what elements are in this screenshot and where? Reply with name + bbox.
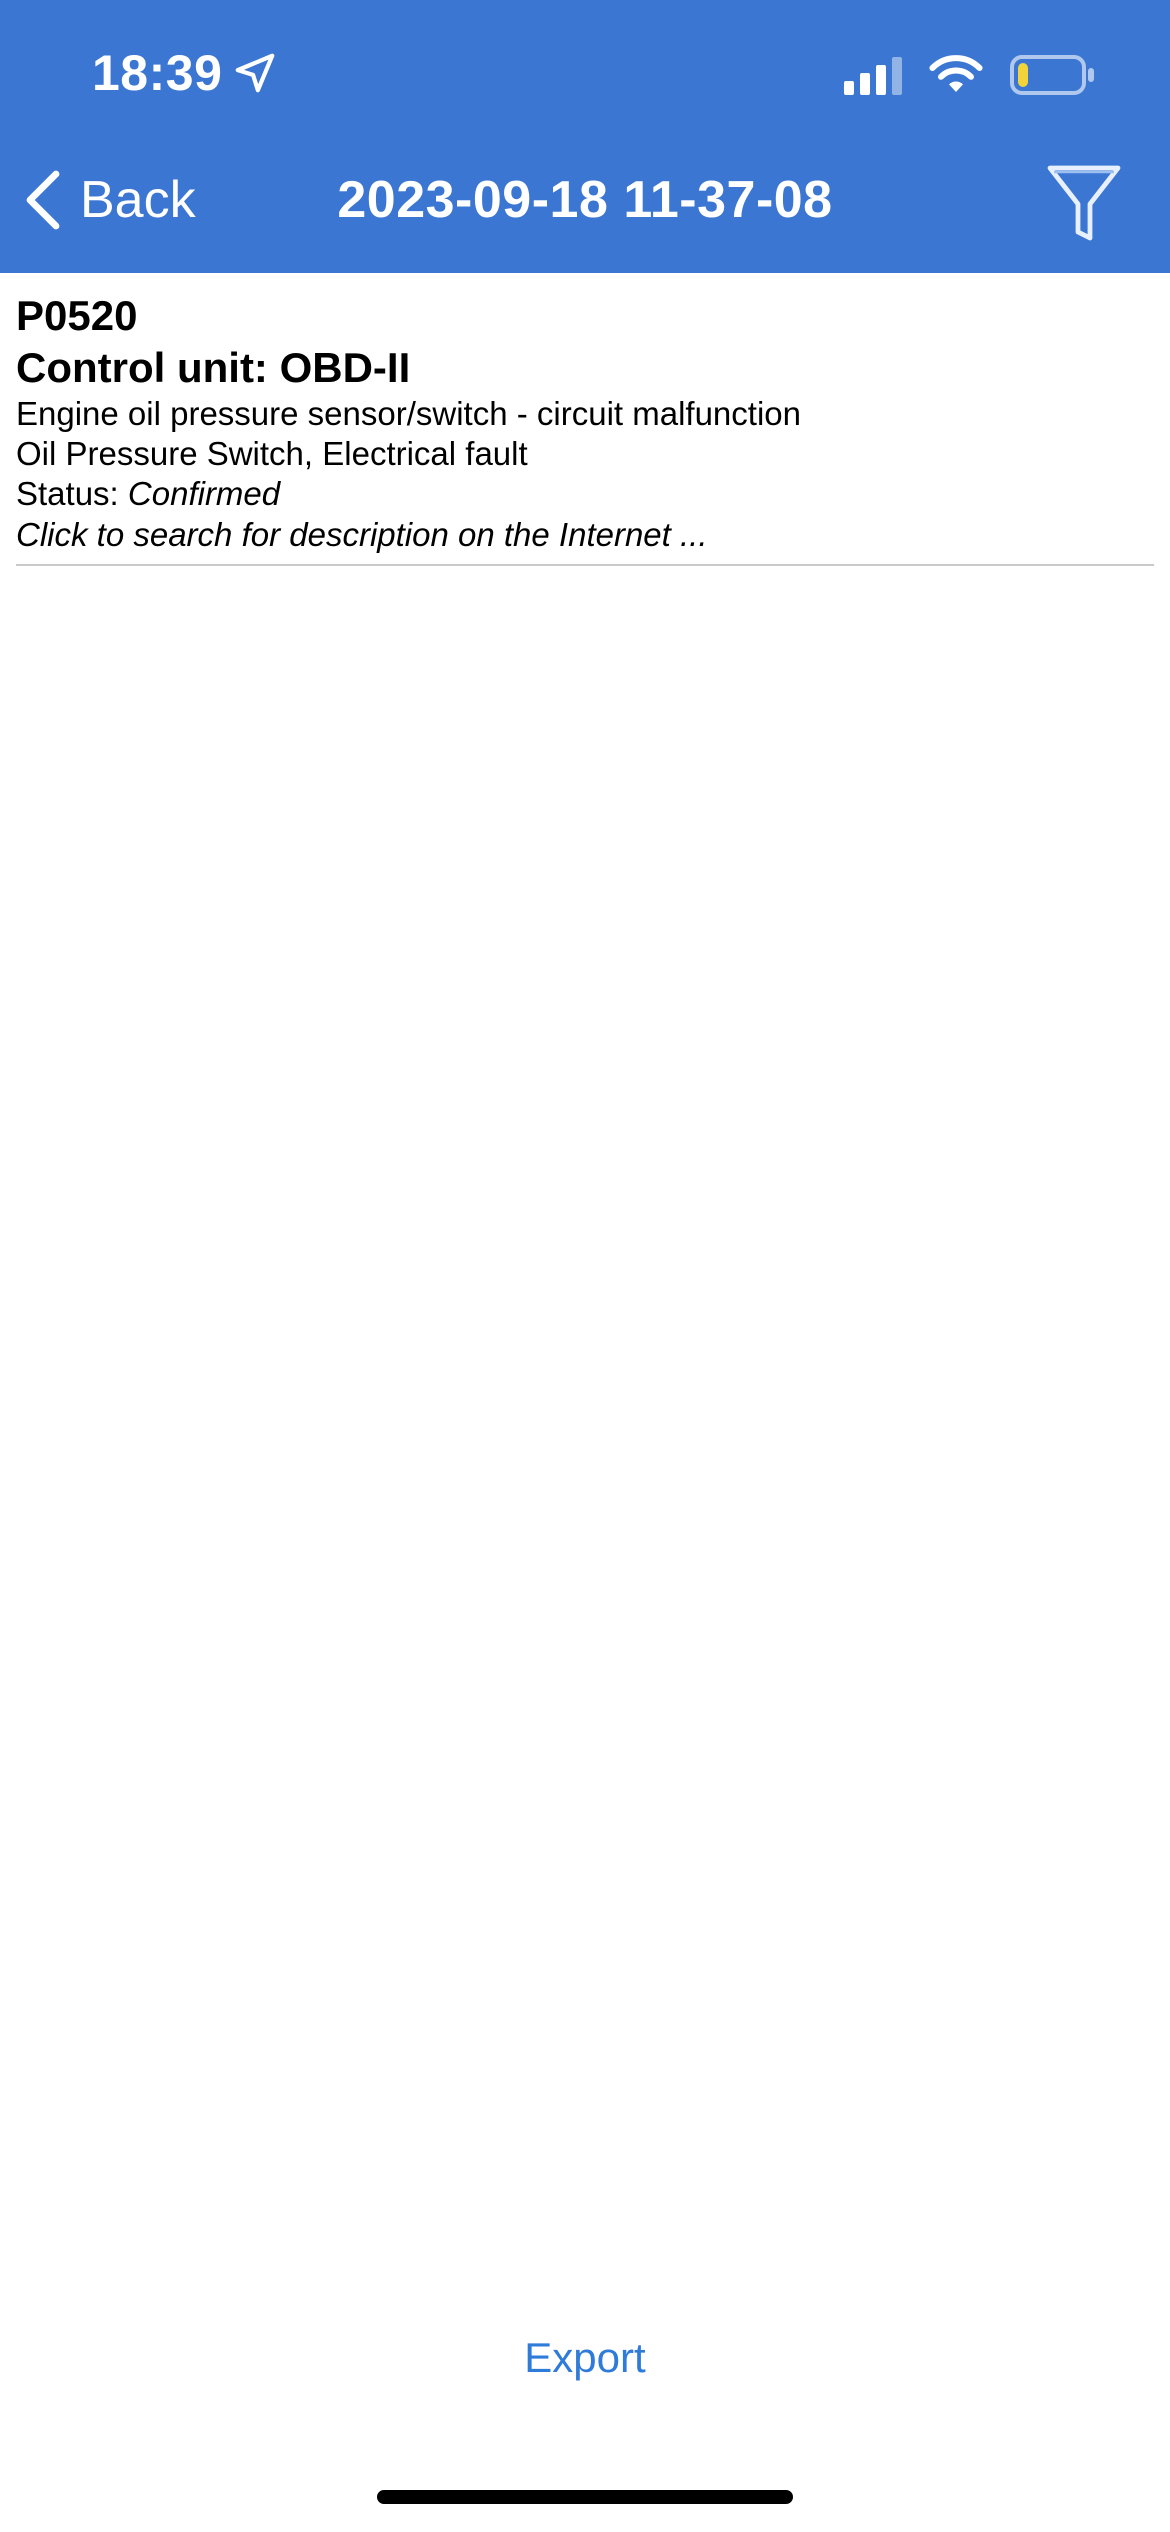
fault-status: Status: Confirmed bbox=[16, 474, 1154, 514]
status-label: Status: bbox=[16, 475, 119, 512]
header-bar: 18:39 Back 2023-09-18 11-37-08 bbox=[0, 0, 1170, 273]
fault-list-item[interactable]: P0520 Control unit: OBD-II Engine oil pr… bbox=[16, 290, 1154, 566]
page-title: 2023-09-18 11-37-08 bbox=[337, 171, 833, 229]
app-screen: 18:39 Back 2023-09-18 11-37-08 P0520 Con… bbox=[0, 0, 1170, 2532]
filter-icon bbox=[1047, 165, 1121, 241]
fault-description: Engine oil pressure sensor/switch - circ… bbox=[16, 395, 801, 432]
fault-detail: Oil Pressure Switch, Electrical fault bbox=[16, 435, 528, 472]
status-time-text: 18:39 bbox=[92, 45, 223, 101]
home-indicator[interactable] bbox=[377, 2490, 793, 2504]
battery-icon bbox=[1010, 55, 1094, 95]
location-arrow-icon bbox=[236, 53, 275, 93]
filter-button[interactable] bbox=[1046, 162, 1122, 244]
wifi-icon bbox=[929, 55, 983, 92]
export-button[interactable]: Export bbox=[0, 2334, 1170, 2382]
status-value: Confirmed bbox=[127, 475, 281, 512]
search-internet-link[interactable]: Click to search for description on the I… bbox=[16, 514, 1154, 556]
cellular-signal-icon bbox=[844, 55, 902, 95]
control-unit-label: Control unit: OBD-II bbox=[16, 344, 411, 391]
status-time: 18:39 bbox=[92, 44, 278, 102]
status-indicators bbox=[844, 54, 1096, 96]
fault-code: P0520 bbox=[16, 292, 138, 339]
